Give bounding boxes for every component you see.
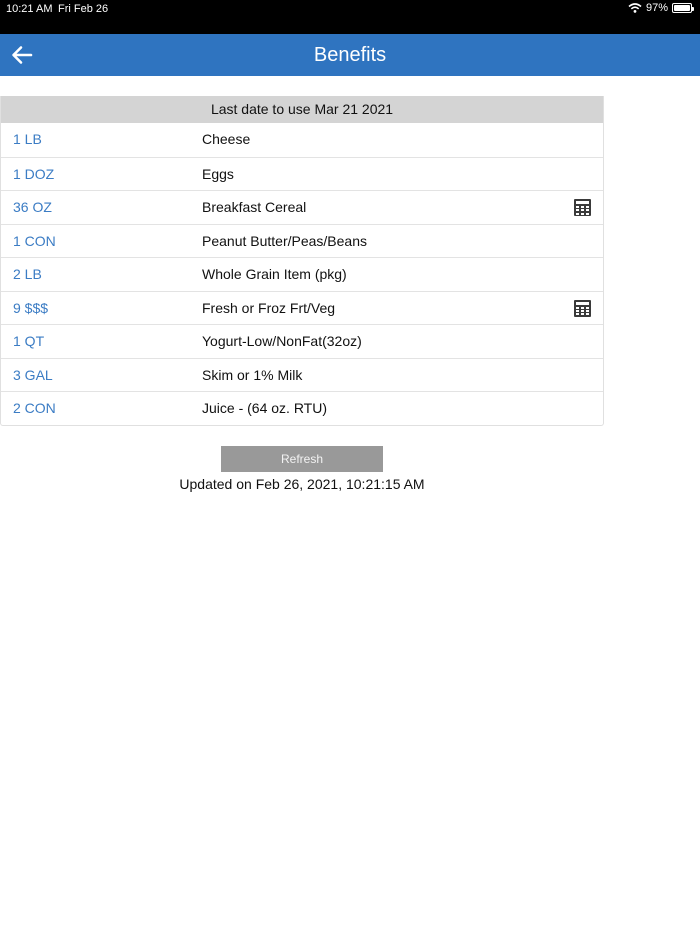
benefit-row: 2 CON Juice - (64 oz. RTU) xyxy=(1,391,603,425)
status-time: 10:21 AM xyxy=(6,3,53,15)
calculator-icon[interactable] xyxy=(574,299,591,317)
benefit-row: 36 OZ Breakfast Cereal xyxy=(1,190,603,224)
status-bar: 10:21 AM Fri Feb 26 97% xyxy=(0,0,700,34)
benefit-row: 3 GAL Skim or 1% Milk xyxy=(1,357,603,392)
benefit-name: Whole Grain Item (pkg) xyxy=(202,266,347,282)
benefit-name: Cheese xyxy=(202,131,251,147)
benefit-row: 1 LB Cheese xyxy=(1,123,603,157)
benefit-row: 2 LB Whole Grain Item (pkg) xyxy=(1,257,603,291)
status-right: 97% xyxy=(628,2,694,14)
benefits-card: Last date to use Mar 21 2021 1 LB Cheese 1… xyxy=(0,96,604,426)
battery-icon xyxy=(672,3,694,13)
benefit-quantity: 1 CON xyxy=(13,232,56,249)
benefit-name: Breakfast Cereal xyxy=(202,199,307,215)
benefit-quantity: 2 LB xyxy=(13,266,42,282)
status-date: Fri Feb 26 xyxy=(58,3,109,15)
updated-timestamp: Updated on Feb 26, 2021, 10:21:15 AM xyxy=(179,476,425,492)
benefit-row: 1 QT Yogurt-Low/NonFat(32oz) xyxy=(1,324,603,358)
benefit-row: 9 $$$ Fresh or Froz Frt/Veg xyxy=(1,290,603,325)
benefit-quantity: 2 CON xyxy=(13,400,56,416)
benefit-name: Juice - (64 oz. RTU) xyxy=(202,400,327,416)
last-date-header: Last date to use Mar 21 2021 xyxy=(1,96,603,123)
benefit-name: Peanut Butter/Peas/Beans xyxy=(202,232,367,249)
benefit-name: Skim or 1% Milk xyxy=(202,366,303,383)
benefit-quantity: 1 QT xyxy=(13,333,45,349)
benefit-quantity: 36 OZ xyxy=(13,199,52,215)
benefit-name: Fresh or Froz Frt/Veg xyxy=(202,299,336,316)
wifi-icon xyxy=(628,3,642,13)
benefits-list: 1 LB Cheese 1 DOZ Eggs 36 OZ Breakfast Cereal… xyxy=(1,123,603,425)
battery-percent: 97% xyxy=(645,2,668,14)
nav-bar: Benefits xyxy=(0,34,700,76)
page-title: Benefits xyxy=(313,44,387,66)
benefit-row: 1 CON Peanut Butter/Peas/Beans xyxy=(1,223,603,258)
benefit-name: Eggs xyxy=(202,165,234,182)
benefit-name: Yogurt-Low/NonFat(32oz) xyxy=(202,333,362,349)
benefit-quantity: 1 DOZ xyxy=(13,165,55,182)
battery-fill xyxy=(674,5,690,11)
benefit-quantity: 1 LB xyxy=(13,131,42,147)
benefit-quantity: 9 $$$ xyxy=(13,299,49,316)
benefit-quantity: 3 GAL xyxy=(13,366,53,383)
refresh-button[interactable]: Refresh xyxy=(221,446,383,472)
calculator-icon[interactable] xyxy=(574,199,591,216)
benefit-row: 1 DOZ Eggs xyxy=(1,156,603,191)
